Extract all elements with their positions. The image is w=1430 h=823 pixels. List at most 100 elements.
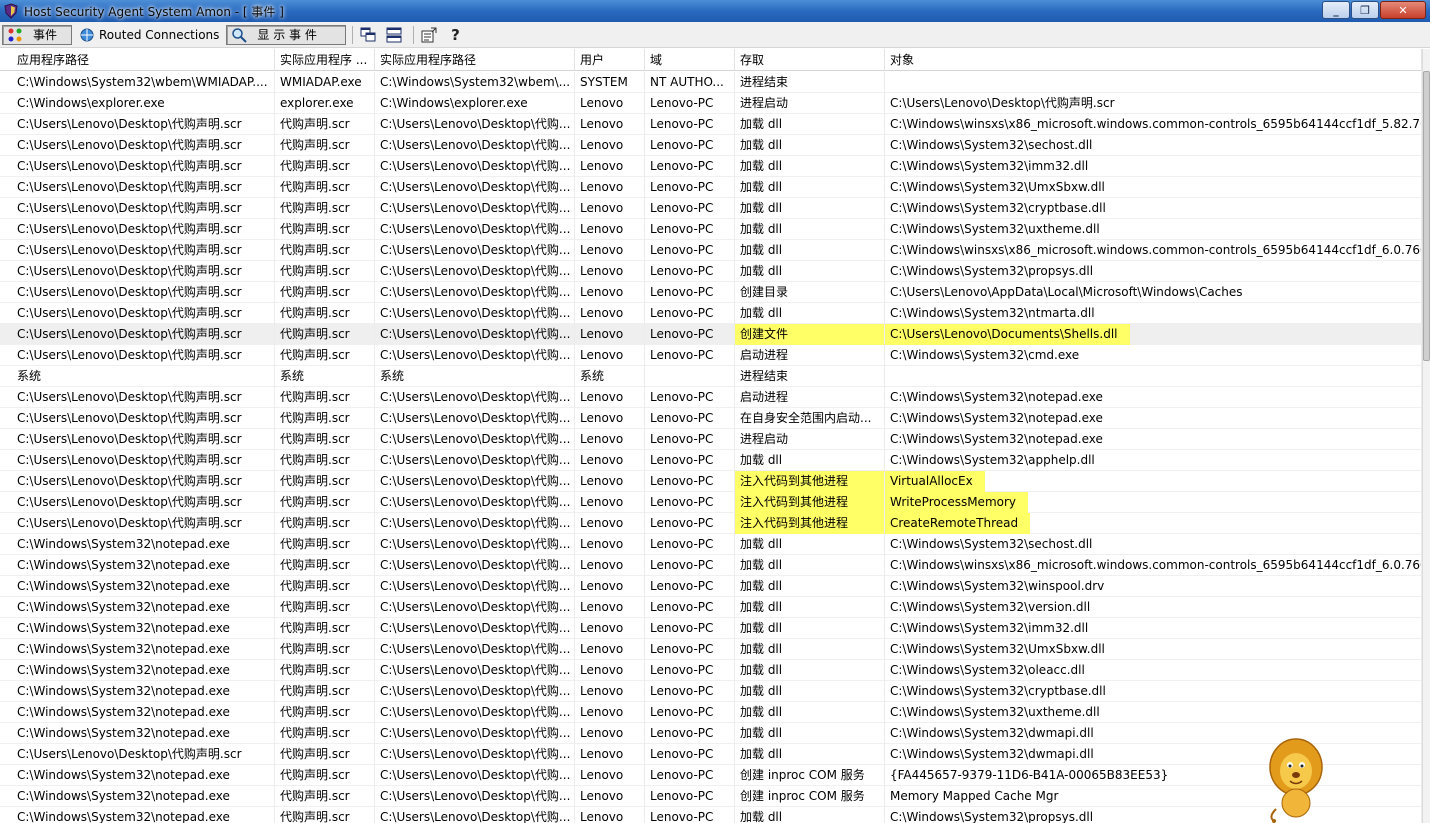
user-cell: Lenovo: [575, 681, 645, 702]
access-cell: 进程结束: [735, 366, 885, 387]
actual-app-path-cell: C:\Users\Lenovo\Desktop\代购...: [375, 639, 575, 660]
help-button[interactable]: ?: [444, 25, 466, 45]
table-row[interactable]: C:\Windows\System32\notepad.exe 代购声明.scr C…: [0, 576, 1422, 597]
column-header-app-path[interactable]: 应用程序路径: [12, 49, 275, 71]
actual-app-path-cell: C:\Windows\explorer.exe: [375, 93, 575, 114]
domain-cell: Lenovo-PC: [645, 639, 735, 660]
events-button[interactable]: 事件: [2, 24, 72, 45]
domain-cell: Lenovo-PC: [645, 324, 735, 345]
table-row[interactable]: C:\Users\Lenovo\Desktop\代购声明.scr 代购声明.scr…: [0, 492, 1422, 513]
table-row[interactable]: C:\Windows\System32\notepad.exe 代购声明.scr C…: [0, 765, 1422, 786]
column-header-actual-app-path[interactable]: 实际应用程序路径: [375, 49, 575, 71]
table-row[interactable]: C:\Users\Lenovo\Desktop\代购声明.scr 代购声明.scr…: [0, 261, 1422, 282]
domain-cell: Lenovo-PC: [645, 513, 735, 534]
actual-app-path-cell: C:\Users\Lenovo\Desktop\代购...: [375, 702, 575, 723]
user-cell: Lenovo: [575, 450, 645, 471]
table-row[interactable]: C:\Users\Lenovo\Desktop\代购声明.scr 代购声明.scr…: [0, 387, 1422, 408]
access-cell: 注入代码到其他进程: [735, 492, 885, 513]
column-header-user[interactable]: 用户: [575, 49, 645, 71]
actual-app-path-cell: C:\Users\Lenovo\Desktop\代购...: [375, 471, 575, 492]
maximize-button[interactable]: ❐: [1351, 1, 1379, 19]
table-row[interactable]: C:\Windows\System32\notepad.exe 代购声明.scr C…: [0, 786, 1422, 807]
table-row[interactable]: C:\Users\Lenovo\Desktop\代购声明.scr 代购声明.scr…: [0, 408, 1422, 429]
access-cell: 加载 dll: [735, 744, 885, 765]
app-path-cell: C:\Users\Lenovo\Desktop\代购声明.scr: [12, 198, 275, 219]
properties-button[interactable]: [418, 25, 440, 45]
title-bar[interactable]: Host Security Agent System Amon - [ 事件 ]…: [0, 0, 1430, 22]
app-path-cell: C:\Users\Lenovo\Desktop\代购声明.scr: [12, 408, 275, 429]
access-cell: 启动进程: [735, 345, 885, 366]
user-cell: Lenovo: [575, 345, 645, 366]
table-row[interactable]: C:\Windows\System32\notepad.exe 代购声明.scr C…: [0, 597, 1422, 618]
access-cell: 加载 dll: [735, 723, 885, 744]
table-row[interactable]: C:\Users\Lenovo\Desktop\代购声明.scr 代购声明.scr…: [0, 219, 1422, 240]
table-row[interactable]: C:\Windows\System32\notepad.exe 代购声明.scr C…: [0, 639, 1422, 660]
actual-app-path-cell: C:\Users\Lenovo\Desktop\代购...: [375, 660, 575, 681]
object-cell: C:\Windows\System32\UmxSbxw.dll: [885, 639, 1422, 660]
show-events-button[interactable]: 显 示 事 件: [226, 24, 347, 45]
table-row[interactable]: C:\Users\Lenovo\Desktop\代购声明.scr 代购声明.scr…: [0, 303, 1422, 324]
minimize-button[interactable]: _: [1322, 1, 1350, 19]
actual-app-path-cell: C:\Users\Lenovo\Desktop\代购...: [375, 723, 575, 744]
network-icon: [80, 28, 94, 41]
table-row[interactable]: C:\Users\Lenovo\Desktop\代购声明.scr 代购声明.scr…: [0, 345, 1422, 366]
table-row[interactable]: C:\Users\Lenovo\Desktop\代购声明.scr 代购声明.scr…: [0, 471, 1422, 492]
user-cell: Lenovo: [575, 597, 645, 618]
actual-app-path-cell: C:\Users\Lenovo\Desktop\代购...: [375, 807, 575, 823]
domain-cell: Lenovo-PC: [645, 786, 735, 807]
table-row[interactable]: C:\Windows\System32\notepad.exe 代购声明.scr C…: [0, 681, 1422, 702]
app-path-cell: C:\Users\Lenovo\Desktop\代购声明.scr: [12, 219, 275, 240]
table-row[interactable]: C:\Users\Lenovo\Desktop\代购声明.scr 代购声明.scr…: [0, 156, 1422, 177]
table-row[interactable]: C:\Users\Lenovo\Desktop\代购声明.scr 代购声明.scr…: [0, 135, 1422, 156]
table-row[interactable]: C:\Windows\System32\notepad.exe 代购声明.scr C…: [0, 618, 1422, 639]
actual-app-path-cell: C:\Users\Lenovo\Desktop\代购...: [375, 177, 575, 198]
close-button[interactable]: ✕: [1380, 1, 1426, 19]
table-row[interactable]: 系统 系统 系统 系统 进程结束: [0, 366, 1422, 387]
routed-connections-button[interactable]: Routed Connections: [74, 25, 224, 45]
actual-app-path-cell: 系统: [375, 366, 575, 387]
actual-app-cell: 代购声明.scr: [275, 408, 375, 429]
column-header-access[interactable]: 存取: [735, 49, 885, 71]
column-header-domain[interactable]: 域: [645, 49, 735, 71]
vertical-scrollbar[interactable]: [1422, 49, 1430, 823]
cascade-windows-button[interactable]: [357, 25, 379, 45]
table-row[interactable]: C:\Windows\System32\notepad.exe 代购声明.scr C…: [0, 660, 1422, 681]
table-row[interactable]: C:\Windows\explorer.exe explorer.exe C:\Wi…: [0, 93, 1422, 114]
table-row[interactable]: C:\Windows\System32\notepad.exe 代购声明.scr C…: [0, 555, 1422, 576]
table-row[interactable]: C:\Users\Lenovo\Desktop\代购声明.scr 代购声明.scr…: [0, 429, 1422, 450]
table-row[interactable]: C:\Users\Lenovo\Desktop\代购声明.scr 代购声明.scr…: [0, 324, 1422, 345]
user-cell: Lenovo: [575, 702, 645, 723]
access-cell: 加载 dll: [735, 135, 885, 156]
access-cell: 进程结束: [735, 72, 885, 93]
actual-app-path-cell: C:\Users\Lenovo\Desktop\代购...: [375, 303, 575, 324]
table-row[interactable]: C:\Users\Lenovo\Desktop\代购声明.scr 代购声明.scr…: [0, 744, 1422, 765]
table-row[interactable]: C:\Windows\System32\notepad.exe 代购声明.scr C…: [0, 534, 1422, 555]
table-row[interactable]: C:\Windows\System32\notepad.exe 代购声明.scr C…: [0, 807, 1422, 823]
object-cell: [885, 366, 1422, 387]
actual-app-path-cell: C:\Users\Lenovo\Desktop\代购...: [375, 618, 575, 639]
routed-connections-label: Routed Connections: [99, 27, 220, 42]
actual-app-path-cell: C:\Users\Lenovo\Desktop\代购...: [375, 324, 575, 345]
column-header-actual-app[interactable]: 实际应用程序 ...: [275, 49, 375, 71]
table-row[interactable]: C:\Windows\System32\notepad.exe 代购声明.scr C…: [0, 702, 1422, 723]
access-cell: 在自身安全范围内启动...: [735, 408, 885, 429]
access-cell: 创建 inproc COM 服务: [735, 786, 885, 807]
table-row[interactable]: C:\Users\Lenovo\Desktop\代购声明.scr 代购声明.scr…: [0, 114, 1422, 135]
table-row[interactable]: C:\Users\Lenovo\Desktop\代购声明.scr 代购声明.scr…: [0, 240, 1422, 261]
table-row[interactable]: C:\Windows\System32\wbem\WMIADAP.... WMIA…: [0, 72, 1422, 93]
table-row[interactable]: C:\Users\Lenovo\Desktop\代购声明.scr 代购声明.scr…: [0, 450, 1422, 471]
domain-cell: Lenovo-PC: [645, 492, 735, 513]
object-cell: C:\Users\Lenovo\AppData\Local\Microsoft\…: [885, 282, 1422, 303]
tile-horizontal-icon: [386, 27, 402, 42]
table-row[interactable]: C:\Users\Lenovo\Desktop\代购声明.scr 代购声明.scr…: [0, 513, 1422, 534]
scrollbar-thumb[interactable]: [1423, 71, 1430, 361]
table-row[interactable]: C:\Windows\System32\notepad.exe 代购声明.scr C…: [0, 723, 1422, 744]
column-header-object[interactable]: 对象: [885, 49, 1422, 71]
table-row[interactable]: C:\Users\Lenovo\Desktop\代购声明.scr 代购声明.scr…: [0, 198, 1422, 219]
tile-windows-button[interactable]: [383, 25, 405, 45]
access-cell: 启动进程: [735, 387, 885, 408]
domain-cell: Lenovo-PC: [645, 555, 735, 576]
table-row[interactable]: C:\Users\Lenovo\Desktop\代购声明.scr 代购声明.scr…: [0, 282, 1422, 303]
table-row[interactable]: C:\Users\Lenovo\Desktop\代购声明.scr 代购声明.scr…: [0, 177, 1422, 198]
access-cell: 加载 dll: [735, 156, 885, 177]
